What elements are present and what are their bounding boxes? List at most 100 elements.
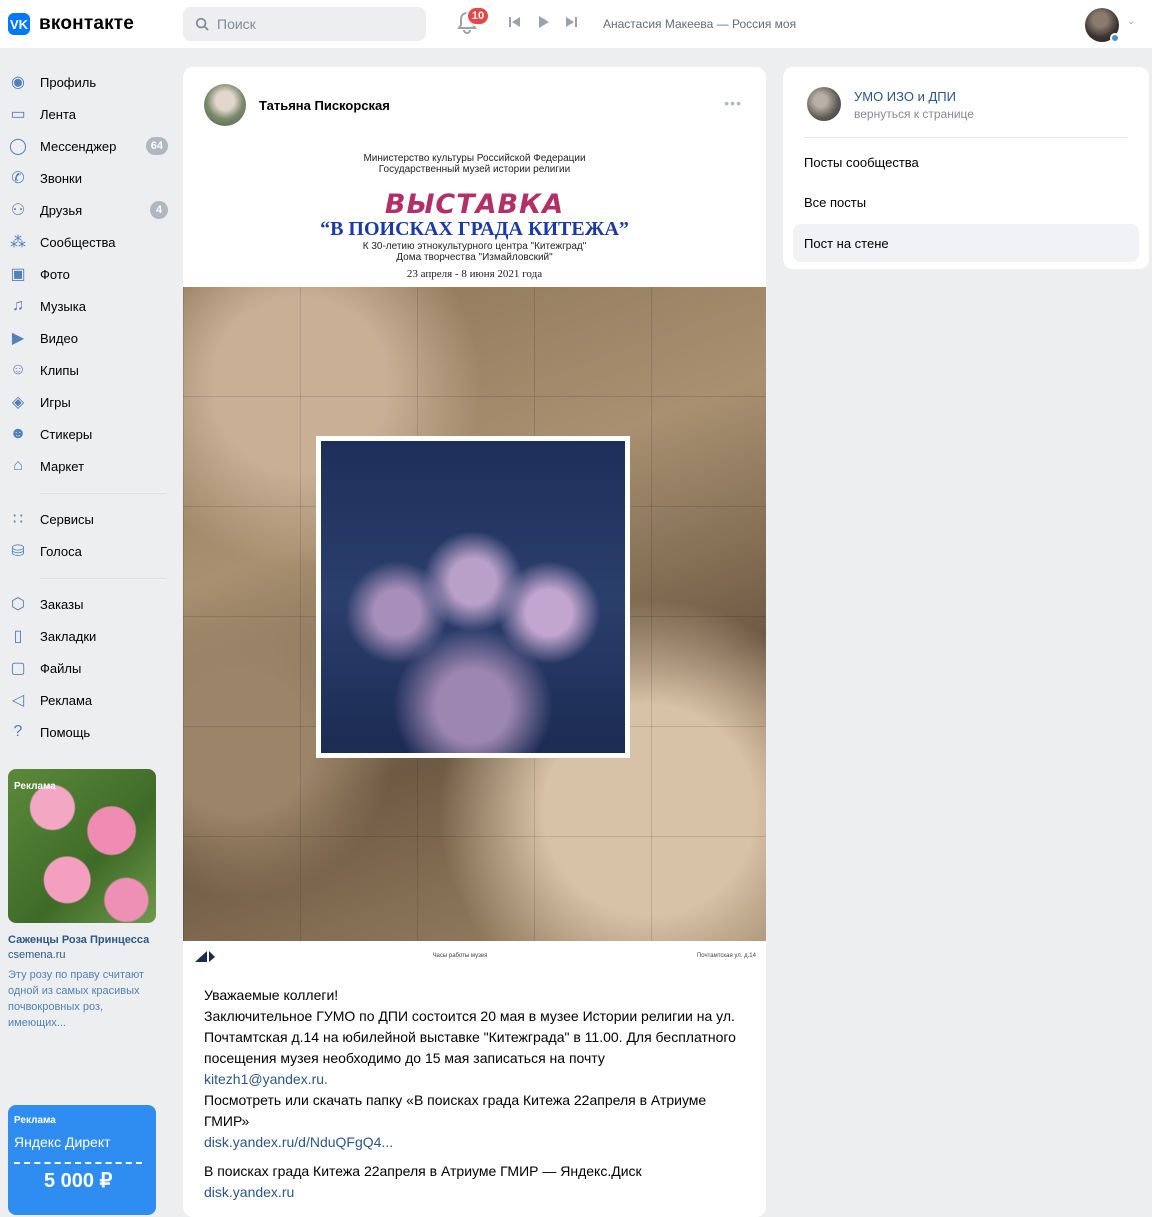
feed-icon: ▭ — [10, 106, 26, 123]
post-header: Татьяна Пискорская ••• — [183, 67, 766, 141]
ad-rose[interactable]: Реклама Саженцы Роза Принцесса csemena.r… — [8, 769, 156, 1031]
next-track-icon[interactable] — [565, 16, 577, 28]
sidebar-item-label: Мессенджер — [40, 138, 117, 154]
user-avatar[interactable] — [1085, 8, 1120, 43]
communities-icon: ⁂ — [10, 234, 26, 251]
current-track[interactable]: Анастасия Макеева — Россия моя — [603, 17, 796, 31]
sidebar-item-help[interactable]: ? Помощь — [8, 716, 168, 748]
sidebar-item-label: Реклама — [40, 692, 93, 708]
sidebar-item-services[interactable]: ∷ Сервисы — [8, 503, 168, 535]
disk-link[interactable]: disk.yandex.ru/d/NduQFgQ4... — [204, 1132, 749, 1153]
sidebar-item-label: Голоса — [40, 543, 82, 559]
post-text: Уважаемые коллеги! Заключительное ГУМО п… — [204, 985, 749, 1203]
sidebar-item-games[interactable]: ◈ Игры — [8, 386, 168, 418]
author-avatar[interactable] — [204, 84, 246, 126]
sidebar-item-label: Друзья — [40, 202, 83, 218]
ad-title[interactable]: Саженцы Роза Принцесса — [8, 933, 156, 948]
orders-icon: ⬡ — [11, 596, 25, 613]
kitezh-artwork — [316, 436, 630, 758]
sidebar-item-votes[interactable]: ⛁ Голоса — [8, 535, 168, 567]
ad-price: 5 000 ₽ — [14, 1162, 142, 1193]
photo-collage — [183, 287, 766, 941]
back-to-page-link[interactable]: вернуться к странице — [854, 107, 974, 121]
post-paragraph: Заключительное ГУМО по ДПИ состоится 20 … — [204, 1008, 736, 1066]
sidebar-item-calls[interactable]: ✆ Звонки — [8, 162, 168, 194]
market-icon: ⌂ — [13, 457, 23, 474]
poster-hours: Часы работы музея — [432, 952, 488, 959]
poster-title: ВЫСТАВКА — [384, 189, 565, 220]
sidebar-item-stickers[interactable]: ☻ Стикеры — [8, 418, 168, 450]
sidebar-item-feed[interactable]: ▭ Лента — [8, 98, 168, 130]
chevron-down-icon[interactable]: ⌄ — [1127, 16, 1135, 27]
community-panel: УМО ИЗО и ДПИ вернуться к странице Посты… — [783, 67, 1149, 269]
sidebar-item-ads[interactable]: ◁ Реклама — [8, 684, 168, 716]
sidebar-item-label: Музыка — [40, 298, 86, 314]
sidebar-item-files[interactable]: ▢ Файлы — [8, 652, 168, 684]
sidebar-item-photo[interactable]: ▣ Фото — [8, 258, 168, 290]
sidebar-divider — [40, 493, 166, 494]
logo-text: вконтакте — [39, 13, 135, 34]
vk-logo[interactable]: VK вконтакте — [8, 13, 134, 35]
community-posts-link[interactable]: Посты сообщества — [793, 143, 1139, 181]
previous-track-icon[interactable] — [509, 16, 521, 28]
ad-yandex-direct[interactable]: Реклама Яндекс Директ 5 000 ₽ — [8, 1105, 156, 1215]
search-input[interactable] — [217, 16, 407, 32]
sidebar-item-label: Маркет — [40, 458, 85, 474]
sidebar-item-label: Помощь — [40, 724, 91, 740]
sidebar-item-communities[interactable]: ⁂ Сообщества — [8, 226, 168, 258]
sidebar-item-profile[interactable]: ◉ Профиль — [8, 66, 168, 98]
sidebar-item-label: Звонки — [40, 170, 82, 186]
post-author[interactable]: Татьяна Пискорская — [259, 98, 390, 113]
ad-rose-image[interactable]: Реклама — [8, 769, 156, 923]
sidebar-item-friends[interactable]: ⚇ Друзья 4 — [8, 194, 168, 226]
museum-logo-icon — [195, 950, 215, 962]
sidebar-item-market[interactable]: ⌂ Маркет — [8, 450, 168, 482]
clips-icon: ☺ — [9, 361, 27, 378]
ad-description[interactable]: Эту розу по праву считают одной из самых… — [8, 967, 156, 1031]
ad-domain[interactable]: csemena.ru — [8, 948, 156, 963]
friends-count-badge: 4 — [150, 201, 168, 219]
post-image[interactable]: Министерство культуры Российской Федерац… — [183, 141, 766, 970]
community-avatar[interactable] — [807, 87, 841, 121]
play-icon[interactable] — [537, 16, 549, 28]
files-icon: ▢ — [10, 660, 26, 677]
votes-icon: ⛁ — [11, 543, 25, 560]
online-indicator — [1110, 33, 1120, 43]
music-icon: ♫ — [12, 297, 24, 314]
sidebar-item-video[interactable]: ▶ Видео — [8, 322, 168, 354]
poster-ministry: Министерство культуры Российской Федерац… — [183, 153, 766, 175]
search-icon — [195, 17, 209, 31]
poster-ann-line2: Дома творчества "Измайловский" — [396, 252, 553, 263]
sidebar-item-music[interactable]: ♫ Музыка — [8, 290, 168, 322]
poster-subtitle: “В ПОИСКАХ ГРАДА КИТЕЖА” — [320, 218, 629, 240]
sidebar-item-label: Фото — [40, 266, 70, 282]
ad-brand: Яндекс Директ — [14, 1134, 111, 1150]
sidebar-item-messenger[interactable]: ◯ Мессенджер 64 — [8, 130, 168, 162]
bookmarks-icon: ▯ — [13, 628, 23, 645]
sidebar-item-clips[interactable]: ☺ Клипы — [8, 354, 168, 386]
notifications-button[interactable]: 10 — [456, 6, 490, 36]
video-icon: ▶ — [11, 330, 25, 347]
more-options-icon[interactable]: ••• — [724, 95, 742, 111]
poster-announcement: К 30-летию этнокультурного центра "Китеж… — [183, 241, 766, 263]
sidebar-item-label: Закладки — [40, 628, 97, 644]
games-icon: ◈ — [11, 394, 25, 411]
sidebar-item-bookmarks[interactable]: ▯ Закладки — [8, 620, 168, 652]
sidebar-divider — [40, 578, 166, 579]
search-box[interactable] — [183, 7, 426, 41]
panel-divider — [804, 137, 1128, 138]
notifications-badge: 10 — [466, 6, 490, 26]
sidebar-item-label: Видео — [40, 330, 78, 346]
poster-footer: Часы работы музея Почтамтская ул. д.14 — [183, 941, 766, 970]
sidebar-item-label: Сообщества — [40, 234, 116, 250]
all-posts-link[interactable]: Все посты — [793, 183, 1139, 221]
ads-icon: ◁ — [11, 692, 25, 709]
poster-address: Почтамтская ул. д.14 — [696, 952, 756, 959]
community-name[interactable]: УМО ИЗО и ДПИ — [854, 89, 956, 104]
audio-player — [509, 16, 577, 28]
sidebar-item-orders[interactable]: ⬡ Заказы — [8, 588, 168, 620]
wall-post-link[interactable]: Пост на стене — [793, 224, 1139, 262]
left-sidebar: ◉ Профиль ▭ Лента ◯ Мессенджер 64 ✆ Звонки ⚇ Д… — [8, 66, 168, 748]
email-link[interactable]: kitezh1@yandex.ru. — [204, 1069, 749, 1090]
link-preview-title[interactable]: В поисках града Китежа 22апреля в Атриум… — [204, 1161, 749, 1182]
